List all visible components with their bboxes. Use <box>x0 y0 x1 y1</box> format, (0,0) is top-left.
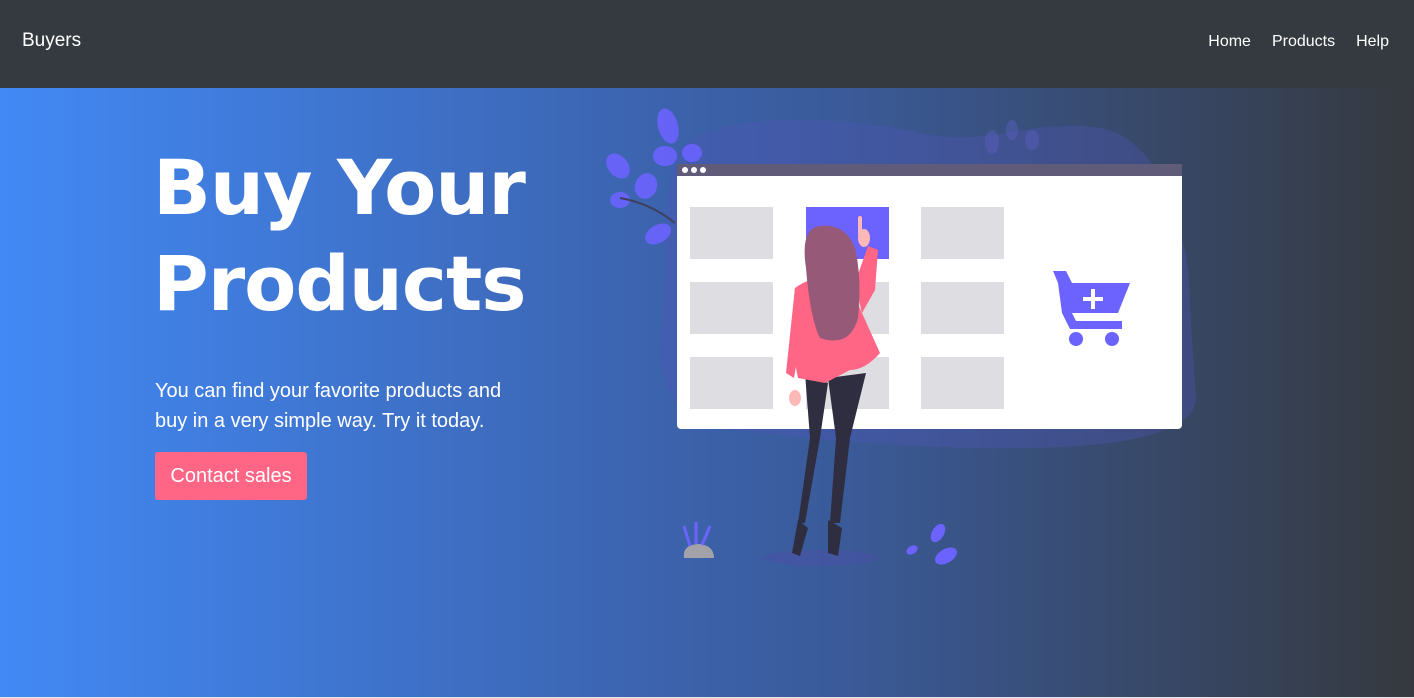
hero-title-line-1: Buy Your <box>153 143 526 232</box>
nav-links: Home Products Help <box>1187 33 1389 51</box>
hero-title-line-2: Products <box>153 239 527 328</box>
nav-link-products[interactable]: Products <box>1272 33 1335 51</box>
contact-sales-button[interactable]: Contact sales <box>155 452 307 500</box>
hero-lead: You can find your favorite products and … <box>155 380 502 432</box>
hero-section: Buy Your Products You can find your favo… <box>0 88 1414 697</box>
brand-logo[interactable]: Buyers <box>22 30 81 52</box>
nav-link-help[interactable]: Help <box>1356 33 1389 51</box>
rock-plant-icon <box>682 522 714 558</box>
online-shopping-illustration <box>606 108 1196 566</box>
leaves-bottom-right-icon <box>906 523 957 565</box>
hero-title: Buy Your Products <box>153 140 527 332</box>
navbar: Buyers Home Products Help <box>0 0 1414 88</box>
nav-link-home[interactable]: Home <box>1208 33 1251 51</box>
